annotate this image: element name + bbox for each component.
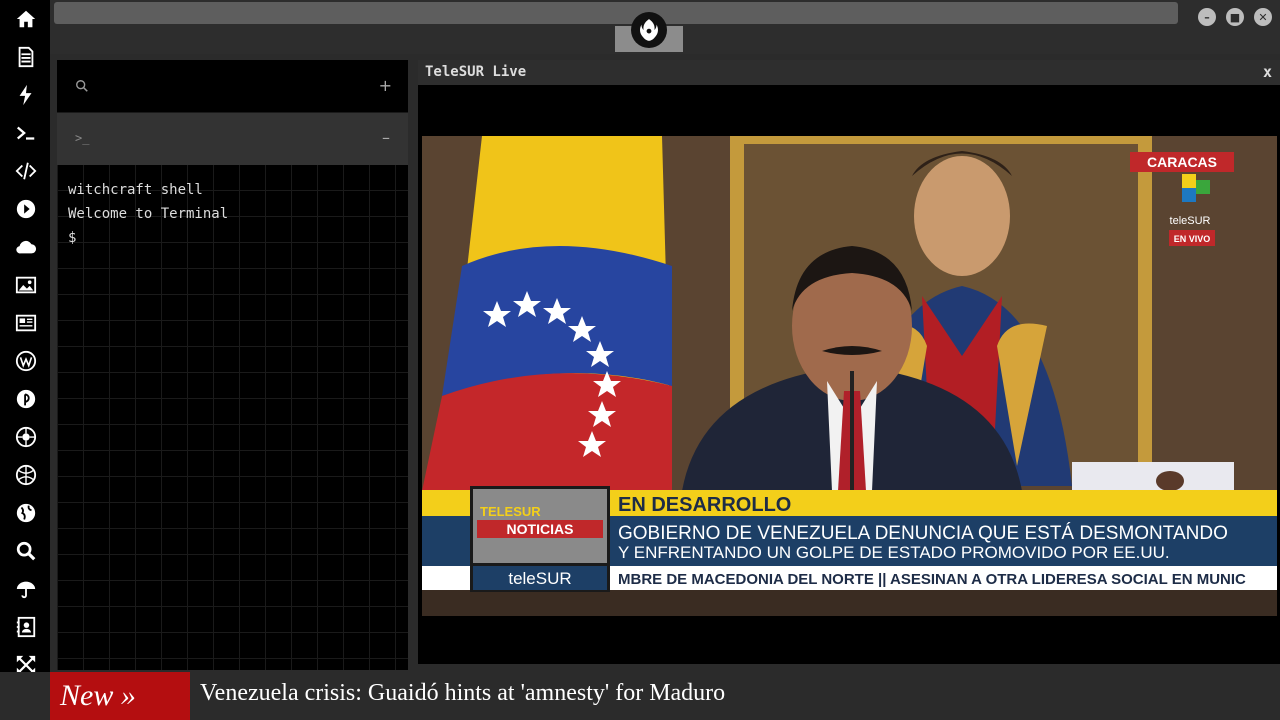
location-tag: CARACAS [1147,154,1217,170]
app-sidebar [0,0,50,720]
add-terminal-button[interactable]: + [379,76,392,95]
lower-third-headline-2: Y ENFRENTANDO UN GOLPE DE ESTADO PROMOVI… [618,543,1170,562]
badge-mid-label: NOTICIAS [507,521,574,537]
ticker-headline[interactable]: Venezuela crisis: Guaidó hints at 'amnes… [200,680,725,707]
live-panel-close-button[interactable]: x [1263,63,1272,81]
ticker-badge: New » [50,672,190,720]
wordpress-icon[interactable] [14,349,38,373]
minimize-icon[interactable]: – [1198,8,1216,26]
prompt-icon: >_ [75,131,90,145]
live-label: EN VIVO [1174,234,1211,244]
badge-top-label: TELESUR [480,504,541,519]
bolt-icon[interactable] [14,83,38,107]
code-icon[interactable] [14,159,38,183]
terminal-tab[interactable]: >_ – [57,113,408,165]
rebel-alliance-icon [631,12,667,48]
live-panel-header: TeleSUR Live x [418,60,1280,85]
live-stream-panel: TeleSUR Live x CARACAS teleSUR EN VIVO E… [418,60,1280,664]
terminal-panel: + >_ – witchcraft shell Welcome to Termi… [57,60,408,670]
newspaper-icon[interactable] [14,311,38,335]
cloud-icon[interactable] [14,235,38,259]
window-titlebar: – ■ ✕ [50,0,1280,54]
terminal-line: witchcraft shell [68,182,203,198]
search-icon[interactable] [14,539,38,563]
news-crawl: MBRE DE MACEDONIA DEL NORTE || ASESINAN … [618,571,1246,588]
pinterest-icon[interactable] [14,387,38,411]
aperture-icon[interactable] [14,425,38,449]
terminal-prompt[interactable]: $ [68,226,228,250]
image-icon[interactable] [14,273,38,297]
news-ticker: New » Venezuela crisis: Guaidó hints at … [0,672,1280,720]
video-frame[interactable]: CARACAS teleSUR EN VIVO EN DESARROLLO GO… [422,136,1277,616]
close-icon[interactable]: ✕ [1254,8,1272,26]
lower-third-headline-1: GOBIERNO DE VENEZUELA DENUNCIA QUE ESTÁ … [618,523,1228,544]
address-bar[interactable] [54,2,1178,24]
terminal-line: Welcome to Terminal [68,206,229,222]
play-icon[interactable] [14,197,38,221]
terminal-search-bar[interactable]: + [57,60,408,112]
lower-third-section: EN DESARROLLO [618,494,791,516]
live-panel-title: TeleSUR Live [425,64,527,80]
umbrella-icon[interactable] [14,577,38,601]
terminal-output[interactable]: witchcraft shell Welcome to Terminal $ [68,178,228,250]
maximize-icon[interactable]: ■ [1226,8,1244,26]
contact-icon[interactable] [14,615,38,639]
badge-channel-label: teleSUR [508,569,571,588]
video-scene: CARACAS teleSUR EN VIVO EN DESARROLLO GO… [422,136,1277,616]
dribbble-icon[interactable] [14,463,38,487]
logo-tab[interactable] [615,12,683,52]
corner-channel-label: teleSUR [1170,215,1211,227]
globe-icon[interactable] [14,501,38,525]
search-icon[interactable] [75,79,89,93]
home-icon[interactable] [14,7,38,31]
terminal-icon[interactable] [14,121,38,145]
collapse-terminal-button[interactable]: – [382,128,390,147]
document-icon[interactable] [14,45,38,69]
